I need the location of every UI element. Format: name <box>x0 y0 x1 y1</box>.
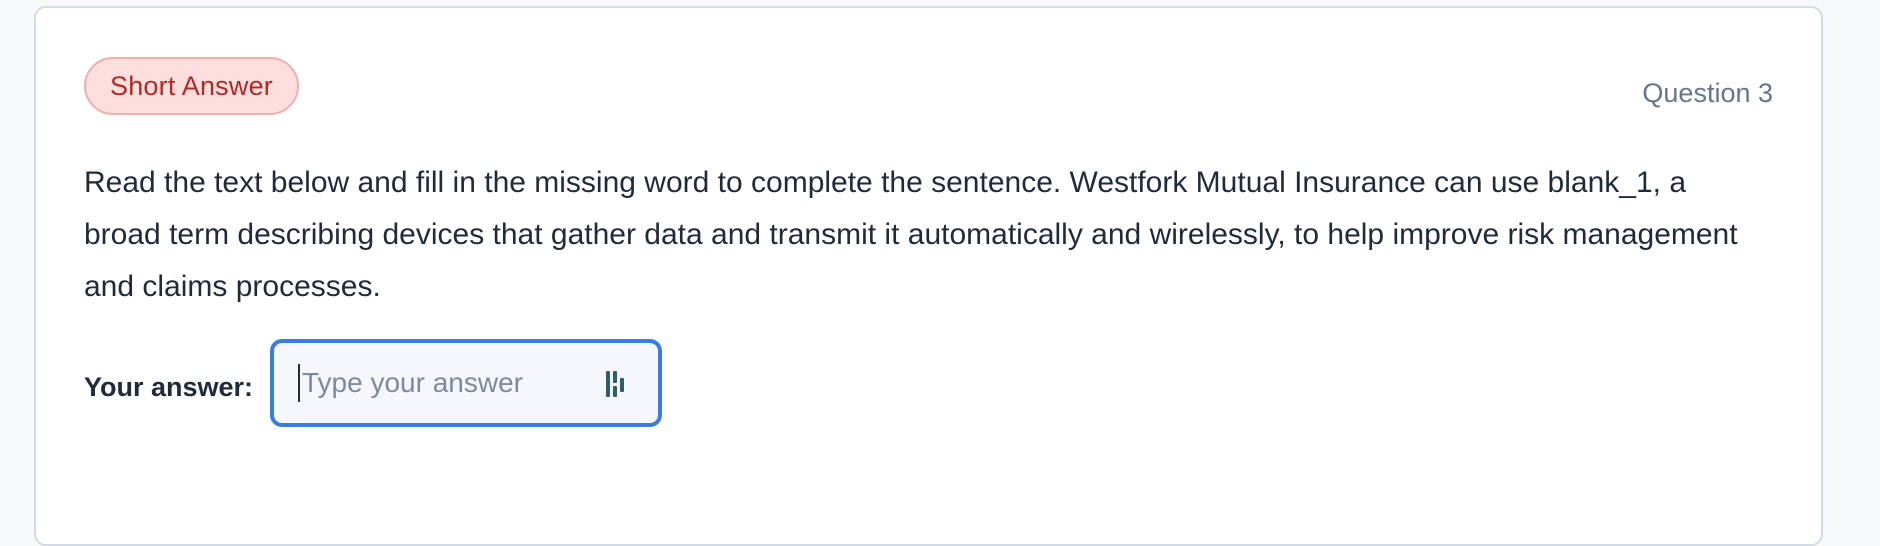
password-manager-icon[interactable] <box>604 369 630 399</box>
answer-input[interactable] <box>298 363 602 403</box>
question-prompt: Read the text below and fill in the miss… <box>84 166 1738 303</box>
question-card: Short Answer Question 3 Read the text be… <box>34 6 1823 546</box>
answer-label: Your answer: <box>84 372 254 402</box>
answer-field-wrapper[interactable] <box>270 339 662 427</box>
text-cursor <box>298 364 300 402</box>
question-number: Question 3 <box>1642 78 1773 108</box>
question-type-badge: Short Answer <box>84 57 299 115</box>
